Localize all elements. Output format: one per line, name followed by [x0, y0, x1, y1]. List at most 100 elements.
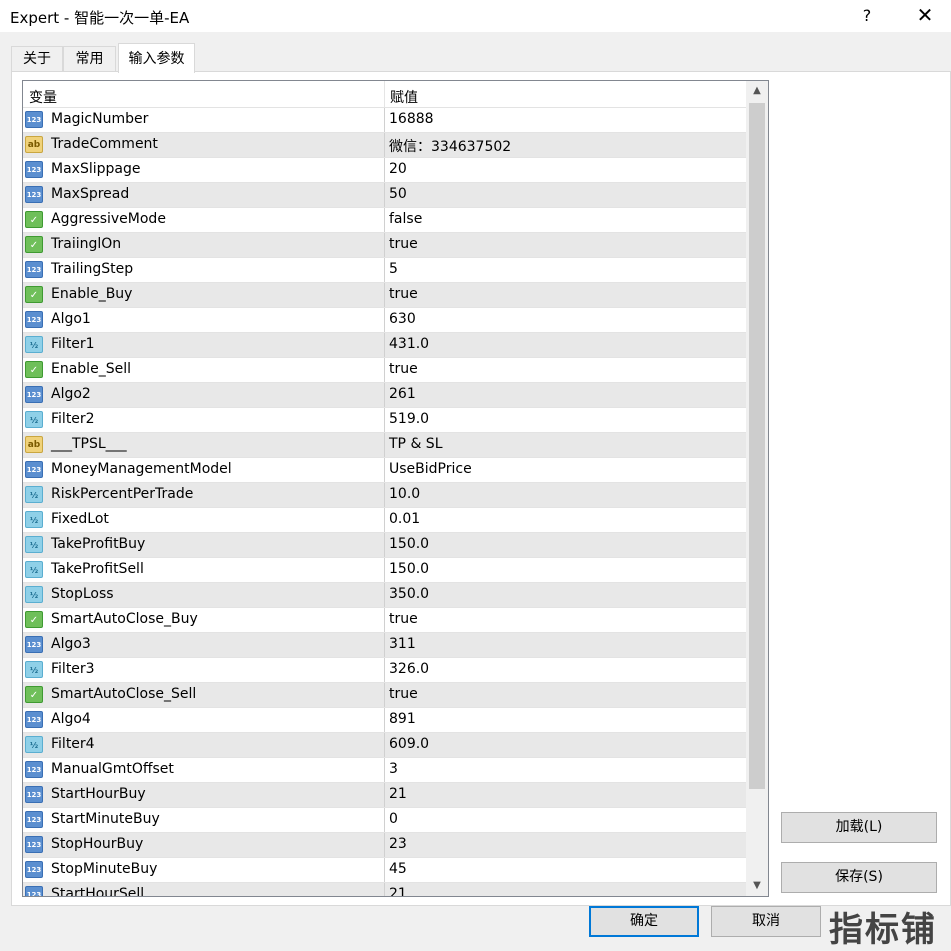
parameter-value[interactable]: 326.0 [389, 661, 429, 677]
parameter-value[interactable]: 21 [389, 786, 407, 802]
table-row[interactable]: 123 MaxSpread 50 [23, 182, 746, 207]
parameter-name: StopLoss [51, 586, 114, 602]
parameter-name: StartHourBuy [51, 786, 146, 802]
parameter-value[interactable]: true [389, 361, 418, 377]
table-row[interactable]: 123 ManualGmtOffset 3 [23, 757, 746, 782]
table-row[interactable]: ✓ Enable_Buy true [23, 282, 746, 307]
dbl-type-icon: ½ [25, 486, 43, 503]
vertical-scrollbar[interactable]: ▲ ▼ [746, 81, 768, 896]
column-header-value[interactable]: 赋值 [390, 87, 418, 107]
table-row[interactable]: 123 Algo3 311 [23, 632, 746, 657]
parameter-value[interactable]: 50 [389, 186, 407, 202]
table-row[interactable]: ½ TakeProfitBuy 150.0 [23, 532, 746, 557]
table-row[interactable]: ✓ Enable_Sell true [23, 357, 746, 382]
parameter-value[interactable]: 350.0 [389, 586, 429, 602]
table-row[interactable]: 123 MoneyManagementModel UseBidPrice [23, 457, 746, 482]
table-row[interactable]: ½ FixedLot 0.01 [23, 507, 746, 532]
table-row[interactable]: ✓ AggressiveMode false [23, 207, 746, 232]
table-row[interactable]: ½ Filter4 609.0 [23, 732, 746, 757]
load-button[interactable]: 加载(L) [781, 812, 937, 843]
cell-separator [384, 383, 385, 407]
int-type-icon: 123 [25, 461, 43, 478]
parameter-value[interactable]: 3 [389, 761, 398, 777]
table-row[interactable]: 123 MaxSlippage 20 [23, 157, 746, 182]
parameter-value[interactable]: 519.0 [389, 411, 429, 427]
table-row[interactable]: 123 StartHourBuy 21 [23, 782, 746, 807]
table-row[interactable]: ab TradeComment 微信：334637502 [23, 132, 746, 157]
table-row[interactable]: ✓ SmartAutoClose_Sell true [23, 682, 746, 707]
parameter-name: TraiinglOn [51, 236, 122, 252]
tab-inputs[interactable]: 输入参数 [118, 43, 195, 73]
parameter-value[interactable]: 609.0 [389, 736, 429, 752]
parameter-value[interactable]: 150.0 [389, 561, 429, 577]
table-row[interactable]: ½ Filter3 326.0 [23, 657, 746, 682]
parameter-value[interactable]: 261 [389, 386, 416, 402]
parameter-value[interactable]: 23 [389, 836, 407, 852]
table-row[interactable]: 123 Algo1 630 [23, 307, 746, 332]
table-row[interactable]: ½ RiskPercentPerTrade 10.0 [23, 482, 746, 507]
scroll-up-icon[interactable]: ▲ [746, 81, 768, 101]
cell-separator [384, 458, 385, 482]
table-row[interactable]: ½ Filter1 431.0 [23, 332, 746, 357]
parameter-name: StopHourBuy [51, 836, 144, 852]
save-button[interactable]: 保存(S) [781, 862, 937, 893]
parameter-value[interactable]: 630 [389, 311, 416, 327]
table-row[interactable]: 123 StopHourBuy 23 [23, 832, 746, 857]
cell-separator [384, 658, 385, 682]
cell-separator [384, 408, 385, 432]
dbl-type-icon: ½ [25, 511, 43, 528]
parameter-value[interactable]: true [389, 286, 418, 302]
parameter-name: MaxSpread [51, 186, 130, 202]
parameter-value[interactable]: 16888 [389, 111, 434, 127]
cell-separator [384, 583, 385, 607]
cell-separator [384, 108, 385, 132]
parameter-value[interactable]: 10.0 [389, 486, 420, 502]
table-row[interactable]: ✓ TraiinglOn true [23, 232, 746, 257]
parameter-value[interactable]: false [389, 211, 422, 227]
tab-common[interactable]: 常用 [63, 46, 116, 71]
parameter-value[interactable]: 21 [389, 886, 407, 896]
table-row[interactable]: 123 StartMinuteBuy 0 [23, 807, 746, 832]
cell-separator [384, 808, 385, 832]
int-type-icon: 123 [25, 886, 43, 896]
cancel-button[interactable]: 取消 [711, 906, 821, 937]
parameter-value[interactable]: 431.0 [389, 336, 429, 352]
parameter-name: MoneyManagementModel [51, 461, 232, 477]
table-row[interactable]: 123 TrailingStep 5 [23, 257, 746, 282]
parameter-value[interactable]: 311 [389, 636, 416, 652]
parameter-value[interactable]: UseBidPrice [389, 461, 472, 477]
parameter-value[interactable]: 0.01 [389, 511, 420, 527]
parameter-value[interactable]: 20 [389, 161, 407, 177]
parameter-value[interactable]: 891 [389, 711, 416, 727]
ok-button[interactable]: 确定 [589, 906, 699, 937]
table-row[interactable]: ✓ SmartAutoClose_Buy true [23, 607, 746, 632]
parameter-value[interactable]: 微信：334637502 [389, 136, 511, 156]
table-row[interactable]: 123 Algo4 891 [23, 707, 746, 732]
close-button[interactable]: ✕ [911, 4, 939, 28]
parameter-value[interactable]: 45 [389, 861, 407, 877]
cell-separator [384, 683, 385, 707]
cell-separator [384, 533, 385, 557]
parameter-name: Algo3 [51, 636, 91, 652]
parameter-value[interactable]: 5 [389, 261, 398, 277]
parameter-value[interactable]: true [389, 686, 418, 702]
parameter-value[interactable]: true [389, 236, 418, 252]
parameter-value[interactable]: 0 [389, 811, 398, 827]
table-row[interactable]: ab ___TPSL___ TP & SL [23, 432, 746, 457]
scrollbar-thumb[interactable] [749, 103, 765, 789]
table-row[interactable]: 123 StartHourSell 21 [23, 882, 746, 896]
cell-separator [384, 333, 385, 357]
table-row[interactable]: 123 StopMinuteBuy 45 [23, 857, 746, 882]
parameter-value[interactable]: 150.0 [389, 536, 429, 552]
scroll-down-icon[interactable]: ▼ [746, 876, 768, 896]
table-row[interactable]: 123 Algo2 261 [23, 382, 746, 407]
parameter-value[interactable]: true [389, 611, 418, 627]
table-row[interactable]: ½ Filter2 519.0 [23, 407, 746, 432]
tab-about[interactable]: 关于 [11, 46, 63, 71]
table-row[interactable]: 123 MagicNumber 16888 [23, 107, 746, 132]
help-button[interactable]: ? [855, 4, 879, 28]
column-header-variable[interactable]: 变量 [29, 87, 57, 107]
table-row[interactable]: ½ StopLoss 350.0 [23, 582, 746, 607]
table-row[interactable]: ½ TakeProfitSell 150.0 [23, 557, 746, 582]
parameter-value[interactable]: TP & SL [389, 436, 443, 452]
